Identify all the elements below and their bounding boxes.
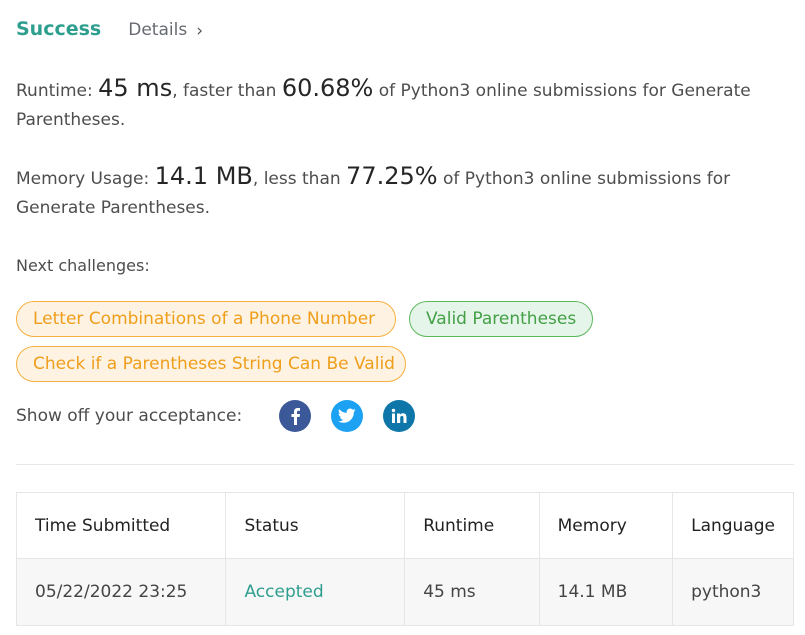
runtime-percent: 60.68% — [281, 74, 374, 102]
runtime-comparison: , faster than — [172, 81, 282, 101]
details-label: Details — [128, 20, 188, 40]
cell-memory: 14.1 MB — [538, 558, 674, 626]
memory-percent: 77.25% — [346, 162, 438, 190]
challenge-tag[interactable]: Valid Parentheses — [409, 301, 593, 337]
share-row: Show off your acceptance: — [16, 400, 416, 432]
column-header-language: Language — [672, 492, 794, 559]
details-link[interactable]: Details › — [128, 20, 203, 41]
result-header: Success Details › — [16, 18, 203, 41]
column-header-time-submitted: Time Submitted — [15, 492, 227, 559]
linkedin-icon[interactable] — [383, 400, 416, 432]
table-row: 05/22/2022 23:25 Accepted 45 ms 14.1 MB … — [15, 558, 794, 626]
facebook-icon[interactable] — [279, 400, 312, 432]
column-header-runtime: Runtime — [404, 492, 540, 559]
result-status-title: Success — [16, 18, 102, 40]
cell-runtime: 45 ms — [404, 558, 540, 626]
memory-summary: Memory Usage: 14.1 MB, less than 77.25% … — [16, 162, 756, 223]
twitter-icon[interactable] — [331, 400, 364, 432]
section-divider — [16, 464, 794, 465]
submissions-table: Time Submitted Status Runtime Memory Lan… — [15, 492, 794, 626]
challenge-tag[interactable]: Check if a Parentheses String Can Be Val… — [16, 346, 406, 382]
share-label: Show off your acceptance: — [16, 406, 243, 426]
column-header-status: Status — [225, 492, 406, 559]
table-header-row: Time Submitted Status Runtime Memory Lan… — [15, 492, 794, 559]
runtime-value: 45 ms — [98, 74, 173, 102]
runtime-label: Runtime: — [16, 81, 99, 101]
memory-comparison: , less than — [252, 169, 347, 189]
cell-status[interactable]: Accepted — [225, 558, 406, 626]
status-accepted-link[interactable]: Accepted — [244, 582, 323, 602]
memory-label: Memory Usage: — [16, 169, 155, 189]
column-header-memory: Memory — [538, 492, 674, 559]
runtime-summary: Runtime: 45 ms, faster than 60.68% of Py… — [16, 74, 756, 135]
memory-value: 14.1 MB — [154, 162, 253, 190]
next-challenges-label: Next challenges: — [16, 256, 150, 275]
challenge-tag[interactable]: Letter Combinations of a Phone Number — [16, 301, 396, 337]
cell-language: python3 — [672, 558, 794, 626]
chevron-right-icon: › — [196, 21, 203, 41]
cell-time-submitted: 05/22/2022 23:25 — [15, 558, 227, 626]
